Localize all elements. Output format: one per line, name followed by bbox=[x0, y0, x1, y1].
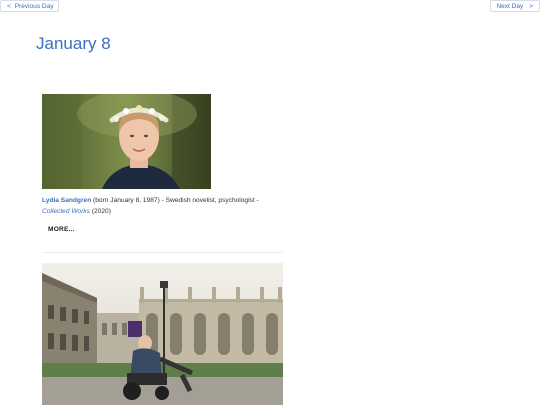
next-day-label: Next Day bbox=[496, 3, 524, 10]
entry-photo-portrait[interactable] bbox=[42, 94, 211, 189]
more-button[interactable]: MORE... bbox=[42, 224, 81, 235]
person-description: (born January 8, 1987) - Swedish novelis… bbox=[91, 197, 259, 204]
page-title: January 8 bbox=[36, 34, 111, 53]
previous-day-label: Previous Day bbox=[14, 3, 54, 10]
work-year: (2020) bbox=[90, 207, 111, 215]
college-photo-image bbox=[42, 263, 283, 405]
entry-caption: Lydia Sandgren (born January 8, 1987) - … bbox=[42, 196, 282, 217]
next-day-button[interactable]: Next Day > bbox=[490, 0, 540, 12]
chevron-right-icon: > bbox=[529, 3, 533, 10]
chevron-left-icon: < bbox=[7, 3, 11, 10]
entry-divider bbox=[42, 252, 283, 253]
entry-photo-second[interactable] bbox=[42, 263, 283, 405]
portrait-image bbox=[42, 94, 211, 189]
person-name-link[interactable]: Lydia Sandgren bbox=[42, 197, 91, 204]
previous-day-button[interactable]: < Previous Day bbox=[0, 0, 60, 12]
notable-work-link[interactable]: Collected Works bbox=[42, 208, 90, 215]
